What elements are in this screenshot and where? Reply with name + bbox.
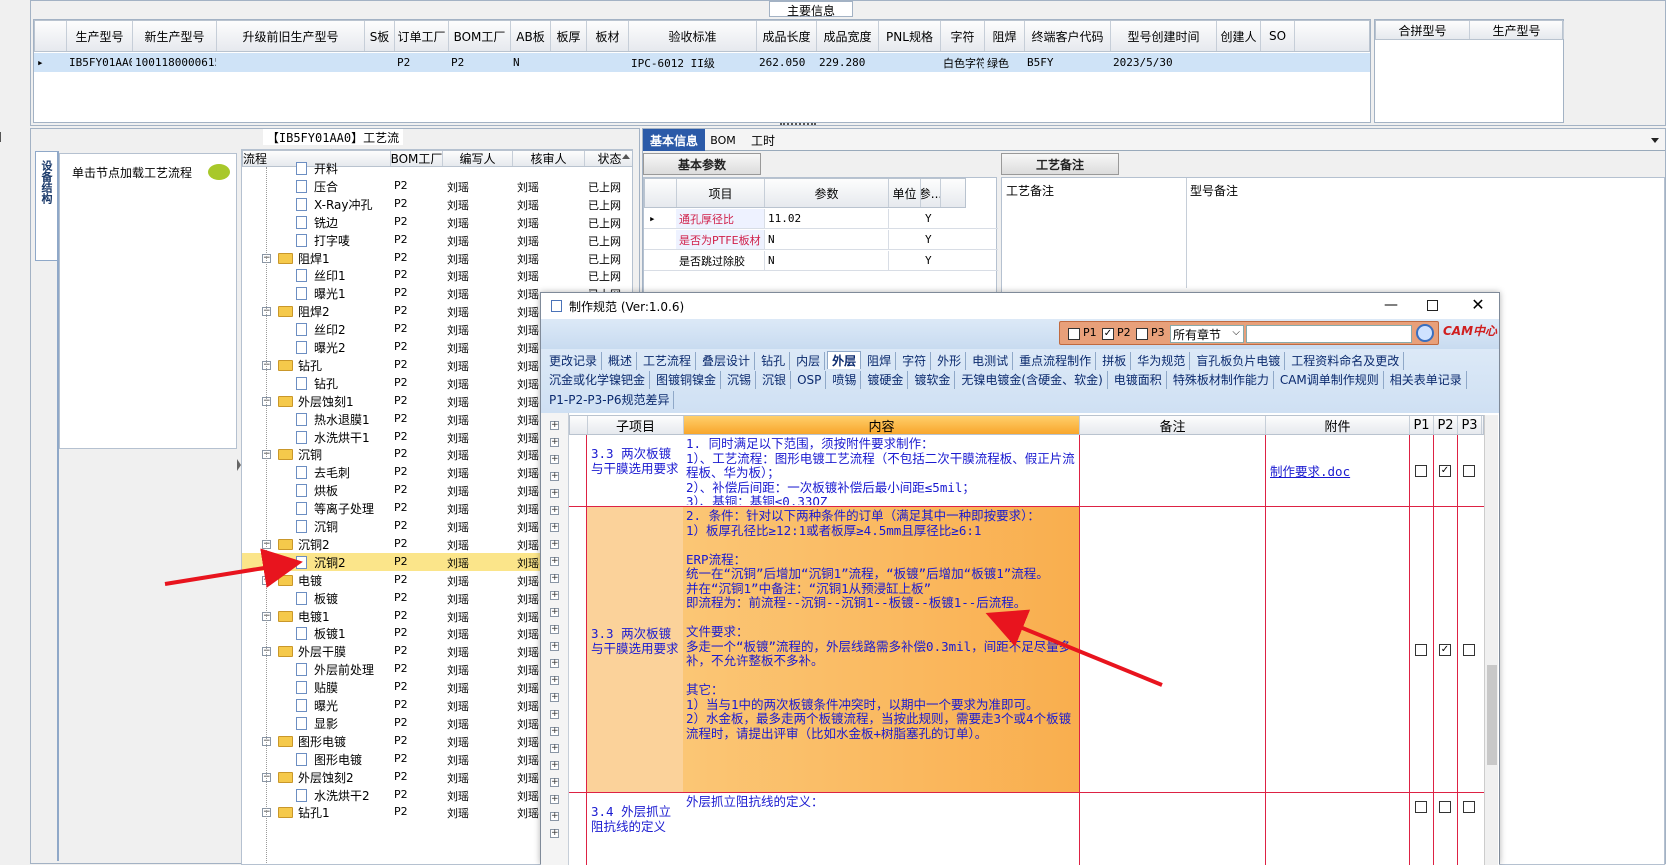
red-arrow-right [985,609,1163,687]
annotation-arrows [164,548,1163,687]
red-arrow-left [164,548,303,588]
